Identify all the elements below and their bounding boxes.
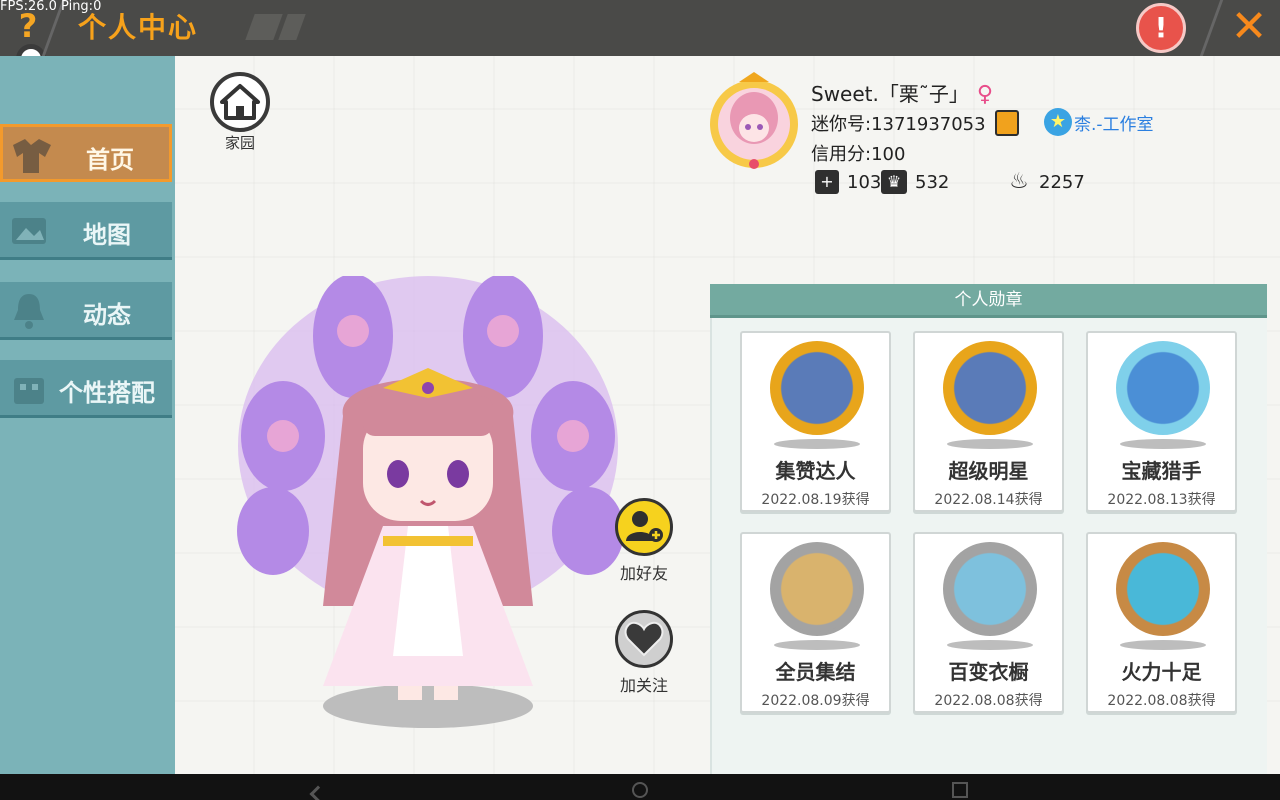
home-button[interactable] (210, 72, 270, 132)
outfit-icon (14, 378, 44, 404)
medal-card[interactable]: 集赞达人 2022.08.19获得 (740, 331, 891, 512)
stat-fans: ♛ 532 (881, 170, 949, 194)
sidebar-item-feed[interactable]: 动态 (0, 282, 172, 340)
home-nav-icon[interactable] (632, 782, 648, 798)
add-friend-button[interactable] (615, 498, 673, 556)
medal-card[interactable]: 百变衣橱 2022.08.08获得 (913, 532, 1064, 713)
sidebar-item-label: 个性搭配 (59, 379, 155, 407)
house-icon (220, 84, 260, 120)
medal-name: 集赞达人 (775, 459, 856, 483)
sidebar-item-map[interactable]: 地图 (0, 202, 172, 260)
medal-name: 超级明星 (948, 459, 1029, 483)
credit-score: 信用分:100 (811, 144, 906, 165)
warning-icon[interactable]: ! (1136, 3, 1186, 53)
sidebar: 首页 地图 动态 个性搭配 (0, 56, 175, 774)
divider (1199, 0, 1224, 56)
medal-shadow (947, 439, 1033, 449)
medal-date: 2022.08.08获得 (1107, 693, 1216, 709)
fans-icon: ♛ (881, 170, 907, 194)
avatar[interactable] (705, 70, 803, 172)
top-bar: ? 个人中心 ! ✕ (0, 0, 1280, 74)
medal-date: 2022.08.14获得 (934, 492, 1043, 508)
username: Sweet.「栗˜子」 (811, 82, 969, 106)
medal-shadow (774, 640, 860, 650)
medal-name: 宝藏猎手 (1121, 459, 1202, 483)
shirt-icon (13, 139, 51, 173)
medal-date: 2022.08.19获得 (761, 492, 870, 508)
medal-shadow (947, 640, 1033, 650)
medal-badge-icon (770, 341, 864, 435)
fps-readout: FPS:26.0 Ping:0 (0, 0, 102, 14)
back-icon[interactable] (309, 785, 327, 800)
system-nav-bar (0, 774, 1280, 800)
sidebar-item-label: 地图 (83, 221, 131, 249)
medal-card[interactable]: 全员集结 2022.08.09获得 (740, 532, 891, 713)
decor-stripe (278, 14, 306, 40)
map-icon (12, 218, 46, 244)
sidebar-item-label: 动态 (83, 301, 131, 329)
medal-card[interactable]: 火力十足 2022.08.08获得 (1086, 532, 1237, 713)
medal-name: 全员集结 (775, 660, 856, 684)
stat-popularity: ♨ 2257 (1007, 170, 1085, 194)
sidebar-item-home[interactable]: 首页 (0, 124, 172, 182)
follow-label: 加关注 (619, 676, 668, 695)
main-content: 家园 Sweet.「栗˜子」 ♀ 迷你号:1371937053 ★ 柰.-工作室 … (175, 56, 1280, 774)
female-icon: ♀ (976, 82, 993, 107)
heart-icon (624, 621, 664, 657)
add-friend-label: 加好友 (619, 564, 668, 583)
mini-id: 迷你号:1371937053 (811, 114, 986, 135)
medal-badge-icon (943, 542, 1037, 636)
medal-date: 2022.08.13获得 (1107, 492, 1216, 508)
character-model[interactable] (233, 276, 623, 736)
medal-card[interactable]: 宝藏猎手 2022.08.13获得 (1086, 331, 1237, 512)
profile-name: Sweet.「栗˜子」 ♀ (811, 78, 993, 107)
medal-shadow (1120, 640, 1206, 650)
plus-bookmark-icon: + (815, 170, 839, 194)
medal-badge-icon (1116, 542, 1210, 636)
home-label: 家园 (224, 134, 255, 152)
stat-value: 2257 (1039, 171, 1085, 193)
studio-star-icon: ★ (1044, 108, 1072, 136)
recents-icon[interactable] (952, 782, 968, 798)
copy-icon[interactable] (995, 110, 1019, 136)
follow-button[interactable] (615, 610, 673, 668)
medal-badge-icon (1116, 341, 1210, 435)
studio-link[interactable]: 柰.-工作室 (1074, 110, 1154, 135)
medal-shadow (774, 439, 860, 449)
stat-value: 103 (847, 171, 882, 193)
medal-card[interactable]: 超级明星 2022.08.14获得 (913, 331, 1064, 512)
medal-date: 2022.08.08获得 (934, 693, 1043, 709)
bell-icon (14, 294, 44, 329)
sidebar-item-outfit[interactable]: 个性搭配 (0, 360, 172, 418)
stat-value: 532 (915, 171, 950, 193)
decor-stripe (245, 14, 283, 40)
fire-icon: ♨ (1009, 169, 1029, 194)
medal-date: 2022.08.09获得 (761, 693, 870, 709)
medal-name: 火力十足 (1121, 660, 1202, 684)
sidebar-item-label: 首页 (86, 146, 134, 174)
stat-collections: + 103 (815, 170, 881, 194)
add-user-icon (626, 511, 663, 542)
medal-name: 百变衣橱 (948, 660, 1029, 684)
close-icon[interactable]: ✕ (1226, 2, 1272, 52)
medal-panel-title: 个人勋章 (710, 284, 1267, 318)
medal-shadow (1120, 439, 1206, 449)
medal-badge-icon (770, 542, 864, 636)
medal-badge-icon (943, 341, 1037, 435)
